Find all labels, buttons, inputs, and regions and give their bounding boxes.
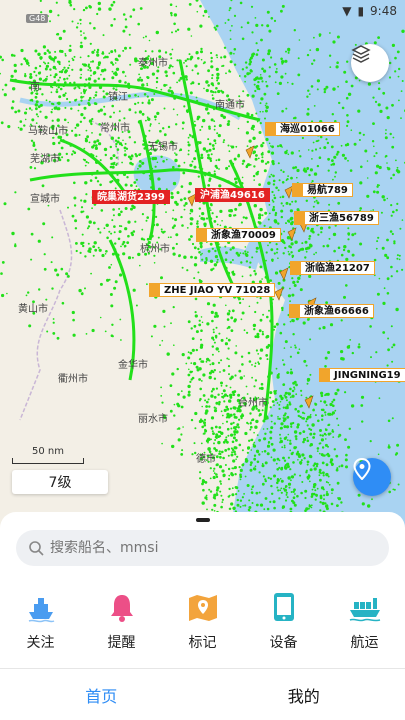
cargo-ship-icon: [349, 598, 380, 622]
vessel-label[interactable]: JINGNING19: [319, 368, 405, 382]
tool-follow[interactable]: 关注: [6, 590, 76, 662]
battery-icon: ▮: [357, 4, 365, 18]
vessel-label[interactable]: 皖巢湖货2399: [92, 190, 170, 204]
map-place-label: 衢州市: [58, 372, 88, 385]
search-input[interactable]: [50, 540, 350, 556]
map-place-label: 泰州市: [138, 56, 168, 69]
tool-label: 设备: [269, 635, 298, 651]
layers-icon: [351, 45, 371, 63]
map-place-label: 宣城市: [30, 192, 60, 205]
map-place-label: 德市: [196, 452, 216, 465]
location-pin-icon: [353, 458, 371, 480]
map-place-label: 无锡市: [148, 140, 178, 153]
vessel-label[interactable]: 浙临渔21207: [290, 261, 375, 275]
tool-label: 标记: [188, 635, 217, 651]
vessel-label[interactable]: 易航789: [292, 183, 353, 197]
scale-label: 50 nm: [32, 446, 64, 457]
scale-bar: [12, 458, 84, 464]
bell-icon: [110, 595, 133, 622]
sheet-handle[interactable]: [196, 518, 210, 522]
map-place-label: 台州市: [238, 396, 268, 409]
search-icon: [29, 541, 44, 556]
vessel-label[interactable]: 浙象渔70009: [196, 228, 281, 242]
map-place-label: 黄山市: [18, 302, 48, 315]
map-place-label: 常州市: [100, 121, 130, 134]
vessel-label[interactable]: ZHE JIAO YV 71028: [149, 283, 276, 297]
tab-mine[interactable]: 我的: [203, 669, 405, 720]
map-marker-icon: [188, 595, 217, 621]
bottom-sheet: [0, 512, 405, 582]
status-bar: ▼ ▮ 9:48: [0, 0, 405, 22]
wifi-icon: ▼: [342, 4, 352, 18]
tool-label: 关注: [26, 635, 55, 651]
tool-grid: 关注 提醒 标记 设备 航运: [0, 590, 405, 662]
map-place-label: 金华市: [118, 358, 148, 371]
map-scale: 50 nm: [12, 446, 84, 464]
tool-mark[interactable]: 标记: [168, 590, 238, 662]
map-place-label: 丽水市: [138, 412, 168, 425]
vessel-label[interactable]: 浙象渔66666: [289, 304, 374, 318]
map-place-label: 南: [30, 80, 40, 93]
vessel-label[interactable]: 浙三渔56789: [294, 211, 379, 225]
map-place-label: 镇江: [108, 90, 128, 103]
vessel-label[interactable]: 海巡01066: [265, 122, 340, 136]
map-view[interactable]: 泰州市南镇江南通市马鞍山市 常州市芜湖市 无锡市宣城市杭州市黄山市衢州市 金华市丽水市…: [0, 0, 405, 530]
status-time: 9:48: [370, 4, 397, 18]
vessel-label[interactable]: 沪浦渔49616: [195, 188, 270, 202]
tablet-icon: [273, 593, 294, 621]
map-place-label: 马鞍山市: [28, 124, 68, 137]
ship-follow-icon: [28, 598, 54, 623]
layers-button[interactable]: [351, 44, 389, 82]
map-place-label: 杭州市: [140, 242, 170, 255]
tool-device[interactable]: 设备: [249, 590, 319, 662]
tool-label: 提醒: [107, 635, 136, 651]
map-place-label: 芜湖市: [30, 152, 60, 165]
tool-shipping[interactable]: 航运: [330, 590, 400, 662]
map-place-label: 南通市: [215, 98, 245, 111]
zoom-level-badge: 7级: [12, 470, 108, 494]
tool-reminder[interactable]: 提醒: [87, 590, 157, 662]
locate-button[interactable]: [353, 458, 391, 496]
tool-label: 航运: [350, 635, 379, 651]
search-box[interactable]: [16, 530, 389, 566]
tab-home[interactable]: 首页: [0, 669, 203, 720]
bottom-tab-bar: 首页 我的: [0, 668, 405, 720]
